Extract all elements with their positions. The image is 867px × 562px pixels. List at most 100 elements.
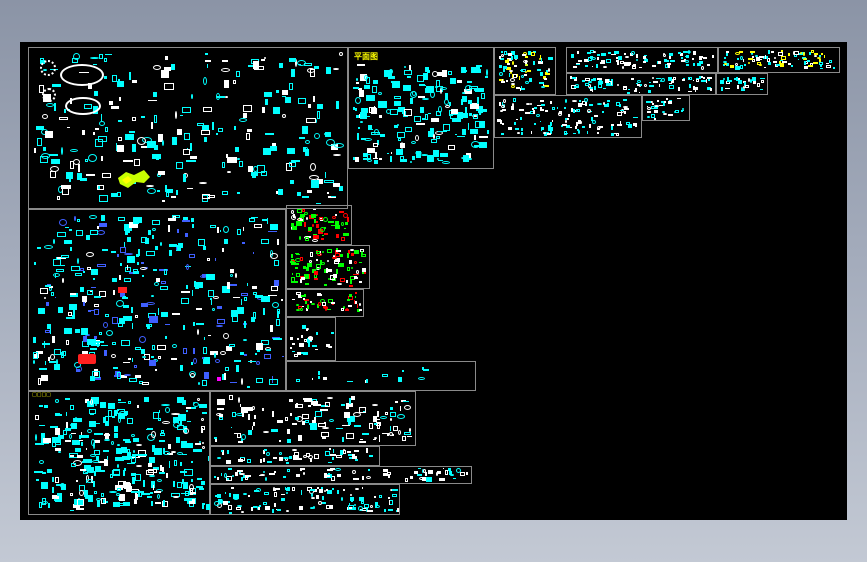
- cad-block: [292, 299, 295, 300]
- cad-block: [292, 273, 293, 275]
- cad-block: [159, 472, 165, 474]
- cad-block: [220, 351, 226, 355]
- sheet-frame-left-column: [28, 209, 286, 391]
- cad-block: [91, 423, 100, 424]
- cad-block: [265, 506, 270, 510]
- cad-block: [331, 196, 336, 197]
- cad-block: [82, 461, 89, 463]
- cad-block: [367, 148, 375, 153]
- cad-drawing-canvas[interactable]: 平面图 □□□□: [20, 42, 847, 520]
- cad-block: [137, 262, 139, 265]
- cad-block: [738, 80, 742, 84]
- cad-block: [117, 464, 119, 468]
- cad-block: [116, 143, 117, 151]
- cad-block: [559, 111, 562, 114]
- cad-block: [192, 290, 193, 296]
- cad-block: [685, 60, 689, 63]
- cad-block: [626, 122, 630, 125]
- cad-block: [235, 273, 237, 278]
- cad-block: [148, 100, 157, 101]
- cad-block: [64, 328, 72, 334]
- round-table-block[interactable]: [40, 60, 56, 76]
- cad-block: [265, 133, 274, 135]
- cad-block: [253, 506, 257, 508]
- cad-block: [240, 352, 244, 355]
- cad-block: [255, 353, 257, 355]
- cad-block: [290, 347, 292, 349]
- cad-block: [129, 131, 135, 133]
- cad-block: [263, 308, 265, 315]
- cad-block: [548, 68, 550, 72]
- cad-block: [264, 449, 267, 451]
- cad-block: [307, 340, 310, 343]
- cad-block: [77, 219, 80, 222]
- cad-block: [105, 421, 109, 426]
- cad-block: [91, 287, 96, 288]
- cad-block: [360, 112, 367, 119]
- cad-block: [165, 56, 168, 60]
- cad-block: [153, 92, 157, 97]
- cad-block: [35, 443, 44, 445]
- cad-block: [707, 64, 710, 66]
- cad-block: [279, 452, 282, 455]
- round-table-block[interactable]: [42, 88, 56, 102]
- cad-block: [105, 54, 112, 55]
- conference-table-block[interactable]: [60, 64, 104, 86]
- cad-block: [348, 454, 352, 456]
- cad-block: [644, 55, 647, 56]
- cad-block: [191, 362, 193, 365]
- cad-block: [152, 220, 160, 225]
- cad-block: [322, 437, 326, 439]
- cad-block: [39, 460, 44, 464]
- cad-block: [407, 76, 411, 78]
- cad-block: [603, 66, 607, 68]
- cad-block: [279, 440, 281, 442]
- cad-block: [287, 148, 295, 154]
- cad-block: [317, 111, 320, 119]
- cad-block: [311, 493, 313, 497]
- conference-table-block[interactable]: [65, 97, 101, 115]
- cad-block: [320, 260, 322, 265]
- cad-block: [624, 53, 626, 55]
- cad-block: [807, 60, 810, 62]
- cad-block: [397, 414, 405, 419]
- cad-block: [151, 431, 156, 438]
- cad-block: [242, 242, 245, 244]
- cad-block: [379, 495, 382, 498]
- cad-block: [364, 85, 370, 89]
- cad-block: [296, 254, 300, 255]
- cad-block: [134, 499, 137, 504]
- cad-block: [292, 449, 297, 451]
- cad-block: [475, 121, 482, 128]
- cad-block: [292, 343, 295, 345]
- red-sofa-block[interactable]: [78, 354, 96, 364]
- cad-block: [151, 295, 154, 297]
- cad-block: [541, 58, 542, 62]
- cad-block: [104, 434, 110, 436]
- cad-block: [292, 226, 297, 230]
- cad-block: [342, 437, 344, 442]
- red-chair-block[interactable]: [118, 287, 127, 293]
- cad-block: [328, 221, 334, 223]
- cad-block: [197, 478, 202, 480]
- cad-block: [33, 352, 38, 359]
- cad-block: [55, 297, 56, 298]
- cad-block: [359, 303, 361, 306]
- cad-block: [266, 349, 271, 351]
- cad-block: [659, 105, 663, 106]
- cad-block: [289, 83, 293, 90]
- sheet-frame-strip: [286, 361, 476, 391]
- cad-block: [390, 426, 391, 431]
- cad-block: [414, 116, 421, 122]
- cad-block: [274, 503, 276, 507]
- cad-block: [359, 441, 366, 443]
- magenta-marker: [217, 377, 221, 381]
- cad-block: [64, 240, 72, 244]
- yellow-green-plant-block[interactable]: [114, 168, 154, 190]
- cad-block: [252, 286, 257, 289]
- cad-block: [501, 81, 505, 83]
- cad-block: [384, 70, 392, 77]
- cad-block: [347, 451, 351, 453]
- cad-block: [149, 475, 155, 477]
- cad-block: [169, 244, 177, 247]
